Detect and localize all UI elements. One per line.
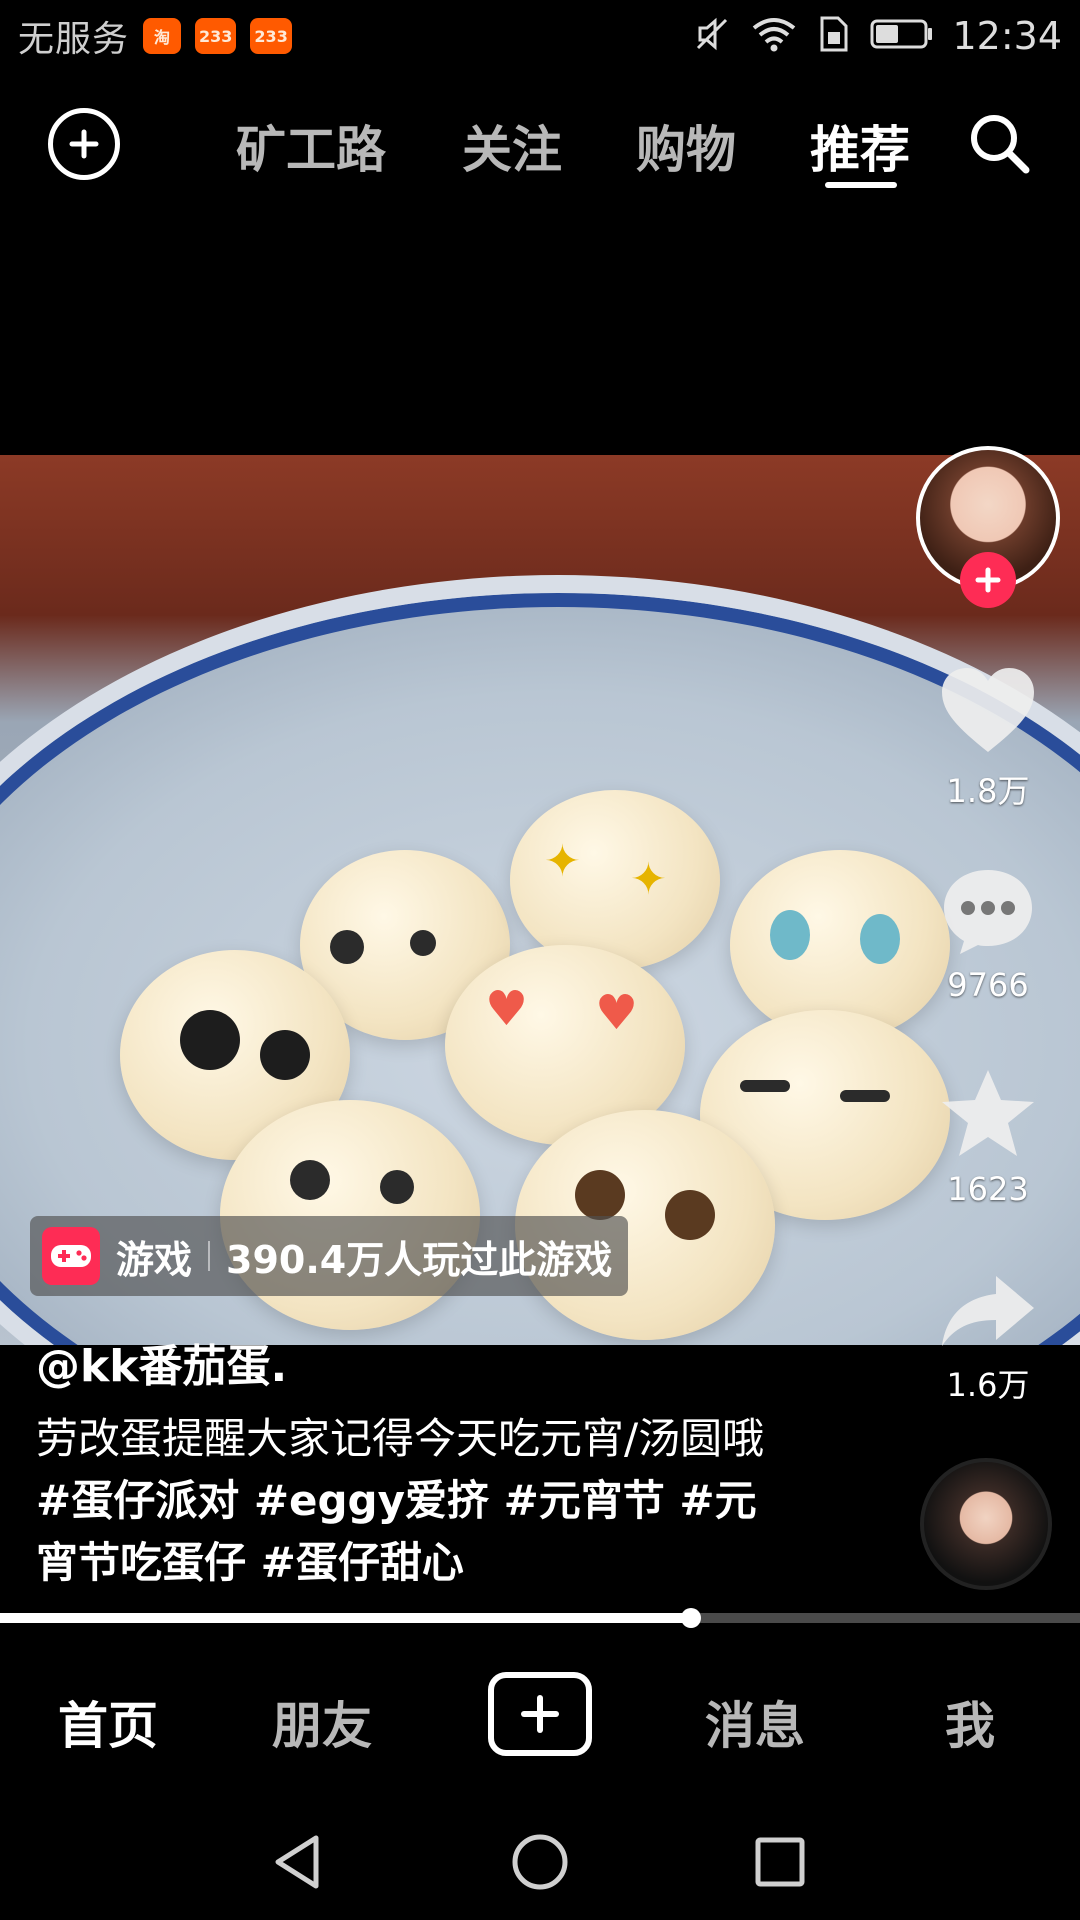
favorite-count: 1623: [947, 1170, 1029, 1208]
music-disc[interactable]: [920, 1458, 1052, 1590]
creator-avatar-wrap[interactable]: [916, 446, 1060, 608]
battery-icon: [870, 17, 934, 55]
clock: 12:34: [952, 14, 1062, 58]
taobao-badge: 淘: [143, 18, 182, 54]
video-caption: 劳改蛋提醒大家记得今天吃元宵/汤圆哦 #蛋仔派对 #eggy爱挤 #元宵节 #元宵…: [36, 1408, 796, 1594]
progress-knob[interactable]: [681, 1608, 702, 1628]
comment-count: 9766: [947, 966, 1029, 1004]
bottom-nav: 首页 朋友 消息 我: [0, 1650, 1080, 1780]
recents-icon[interactable]: [748, 1830, 812, 1894]
active-tab-indicator: [825, 182, 897, 188]
caption-text: 劳改蛋提醒大家记得今天吃元宵/汤圆哦: [36, 1414, 765, 1463]
video-progress-bar[interactable]: [0, 1608, 1080, 1628]
back-icon[interactable]: [268, 1830, 332, 1894]
tab-shopping[interactable]: 购物: [636, 110, 736, 182]
tab-location[interactable]: 矿工路: [236, 110, 386, 182]
sim-icon: [816, 14, 852, 58]
divider: [208, 1241, 211, 1271]
nav-home[interactable]: 首页: [58, 1686, 158, 1758]
tab-recommend[interactable]: 推荐: [810, 110, 910, 182]
game-label: 游戏: [116, 1237, 193, 1282]
carrier-label: 无服务: [18, 19, 130, 60]
tab-following[interactable]: 关注: [462, 110, 562, 182]
gamepad-icon: [42, 1227, 100, 1285]
system-nav-bar: [0, 1800, 1080, 1920]
progress-fill: [0, 1613, 692, 1623]
plus-circle-icon[interactable]: [48, 108, 120, 180]
favorite-action[interactable]: 1623: [920, 1066, 1056, 1208]
comment-icon[interactable]: [938, 864, 1038, 960]
status-left: 无服务 淘 233 233: [18, 10, 292, 62]
search-icon[interactable]: [962, 106, 1038, 182]
app-233-badge: 233: [195, 18, 237, 54]
heart-icon[interactable]: [938, 664, 1038, 760]
home-icon[interactable]: [508, 1830, 572, 1894]
nav-me[interactable]: 我: [945, 1686, 995, 1758]
rice-ball: ✦ ✦: [510, 790, 720, 970]
share-icon[interactable]: [938, 1270, 1038, 1354]
game-anchor-pill[interactable]: 游戏 390.4万人玩过此游戏: [30, 1216, 629, 1296]
top-nav: 矿工路 关注 购物 推荐: [0, 84, 1080, 204]
create-button[interactable]: [488, 1672, 592, 1756]
author-handle[interactable]: @kk番茄蛋.: [36, 1330, 287, 1394]
app-233-badge-2: 233: [250, 18, 292, 54]
mute-icon: [692, 14, 732, 58]
status-right: 12:34: [692, 14, 1062, 58]
wifi-icon: [750, 14, 798, 58]
comment-action[interactable]: 9766: [920, 864, 1056, 1004]
share-count: 1.6万: [946, 1366, 1030, 1404]
game-detail: 390.4万人玩过此游戏: [226, 1237, 613, 1282]
caption-tags[interactable]: #蛋仔派对 #eggy爱挤 #元宵节 #元宵节吃蛋仔 #蛋仔甜心: [36, 1476, 757, 1587]
status-bar: 无服务 淘 233 233 12:34: [0, 0, 1080, 72]
share-action[interactable]: 1.6万: [920, 1270, 1056, 1406]
nav-messages[interactable]: 消息: [705, 1686, 805, 1758]
like-action[interactable]: 1.8万: [920, 664, 1056, 812]
star-icon[interactable]: [938, 1066, 1038, 1164]
follow-plus-icon[interactable]: [960, 552, 1016, 608]
nav-friends[interactable]: 朋友: [272, 1686, 372, 1758]
like-count: 1.8万: [946, 772, 1030, 810]
